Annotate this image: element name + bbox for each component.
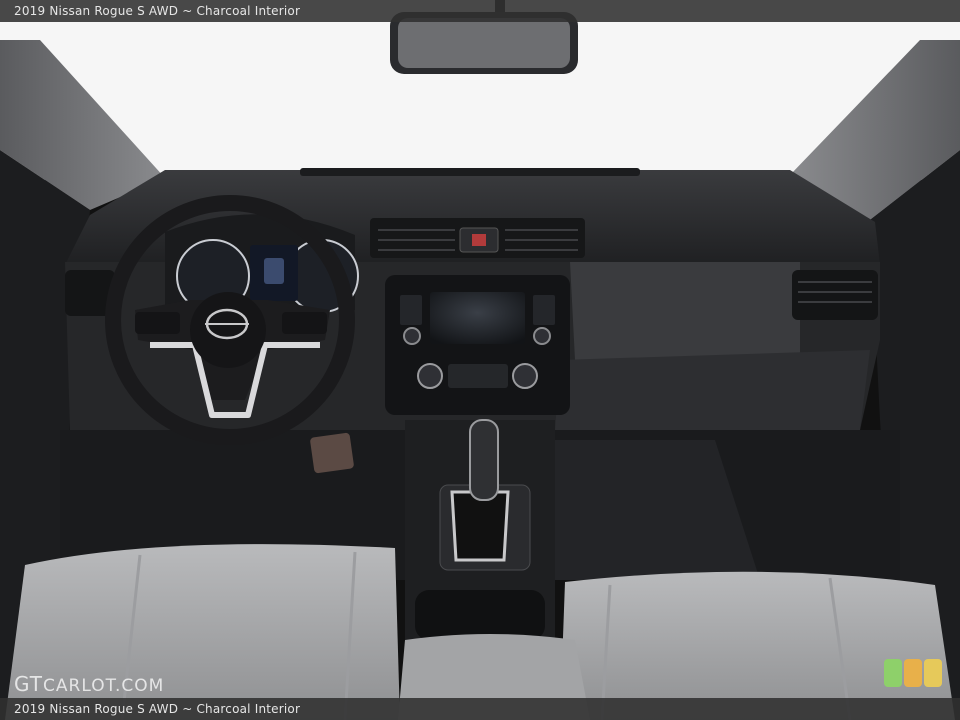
watermark-rest: CARLOT.COM — [43, 676, 165, 696]
photo-caption-top: 2019 Nissan Rogue S AWD ~ Charcoal Inter… — [0, 0, 960, 22]
glovebox — [555, 350, 870, 430]
left-stack-buttons — [400, 295, 422, 325]
interior-scene — [0, 0, 960, 720]
right-air-vent — [792, 270, 878, 320]
steering-controls-left — [135, 312, 180, 334]
gtcarlot-watermark: GTCARLOT.COM — [14, 672, 164, 696]
defrost-vent — [300, 168, 640, 176]
color-badge — [884, 659, 942, 687]
temp-knob-right — [512, 363, 538, 389]
passenger-dash-panel — [570, 262, 800, 360]
watermark-prefix: GT — [14, 672, 44, 696]
volume-knob — [403, 327, 421, 345]
badge-green-swatch — [884, 659, 902, 687]
gas-pedal — [310, 432, 354, 474]
climate-buttons — [448, 364, 508, 388]
infotainment-screen — [430, 292, 525, 344]
badge-yellow-swatch — [924, 659, 942, 687]
car-interior-photo: 2019 Nissan Rogue S AWD ~ Charcoal Inter… — [0, 0, 960, 720]
temp-knob-left — [417, 363, 443, 389]
steering-center-pad — [190, 292, 266, 368]
cupholder-area — [415, 590, 545, 640]
steering-controls-right — [282, 312, 327, 334]
photo-caption-bottom: 2019 Nissan Rogue S AWD ~ Charcoal Inter… — [0, 698, 960, 720]
mirror-glass — [398, 18, 570, 68]
gear-shifter — [469, 419, 499, 501]
tune-knob — [533, 327, 551, 345]
shift-boot — [450, 490, 510, 562]
right-stack-buttons — [533, 295, 555, 325]
badge-orange-swatch — [904, 659, 922, 687]
